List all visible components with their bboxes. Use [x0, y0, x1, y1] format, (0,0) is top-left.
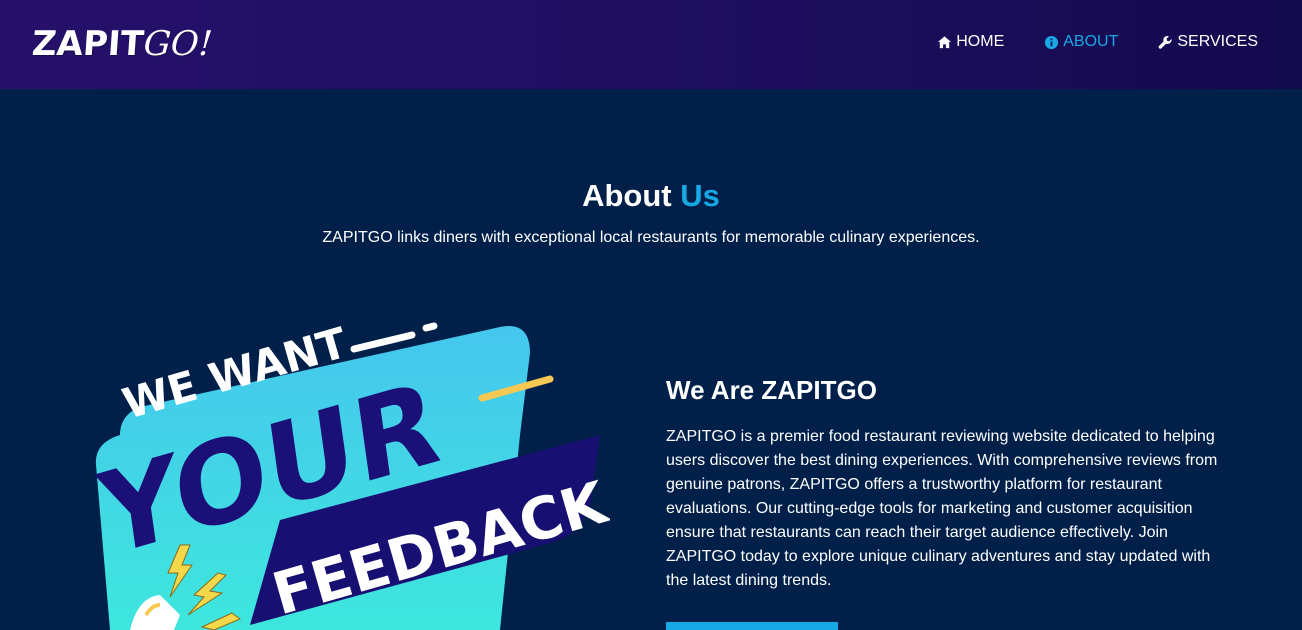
- main-nav: HOME ABOUT SERVICES: [937, 33, 1258, 51]
- page-subtitle: ZAPITGO links diners with exceptional lo…: [322, 229, 980, 246]
- intro-paragraph: ZAPITGO is a premier food restaurant rev…: [666, 428, 1218, 589]
- nav-home-label: HOME: [956, 33, 1005, 50]
- title-main: About: [582, 178, 672, 213]
- logo-text: ZAPIT: [30, 24, 146, 64]
- nav-services-label: SERVICES: [1177, 33, 1258, 50]
- cta-button[interactable]: [666, 622, 838, 630]
- feedback-banner: WE WANT YOUR FEEDBACK: [90, 315, 610, 630]
- nav-about[interactable]: ABOUT: [1044, 33, 1118, 51]
- feedback-illustration: WE WANT YOUR FEEDBACK: [90, 318, 610, 630]
- title-accent: Us: [680, 178, 720, 213]
- logo-text-go: GO!: [142, 24, 214, 64]
- nav-about-label: ABOUT: [1063, 33, 1119, 50]
- white-dot: [422, 322, 438, 332]
- intro-heading: We Are ZAPITGO: [666, 375, 877, 405]
- navbar: ZAPITGO! HOME ABOUT SERVICES: [0, 0, 1302, 89]
- logo[interactable]: ZAPITGO!: [31, 24, 214, 64]
- nav-home[interactable]: HOME: [937, 33, 1004, 51]
- info-icon: [1045, 35, 1059, 49]
- white-dash: [350, 331, 416, 353]
- nav-services[interactable]: SERVICES: [1158, 33, 1258, 51]
- page-title: About Us: [0, 178, 1302, 214]
- wrench-icon: [1159, 35, 1173, 49]
- home-icon: [938, 35, 952, 48]
